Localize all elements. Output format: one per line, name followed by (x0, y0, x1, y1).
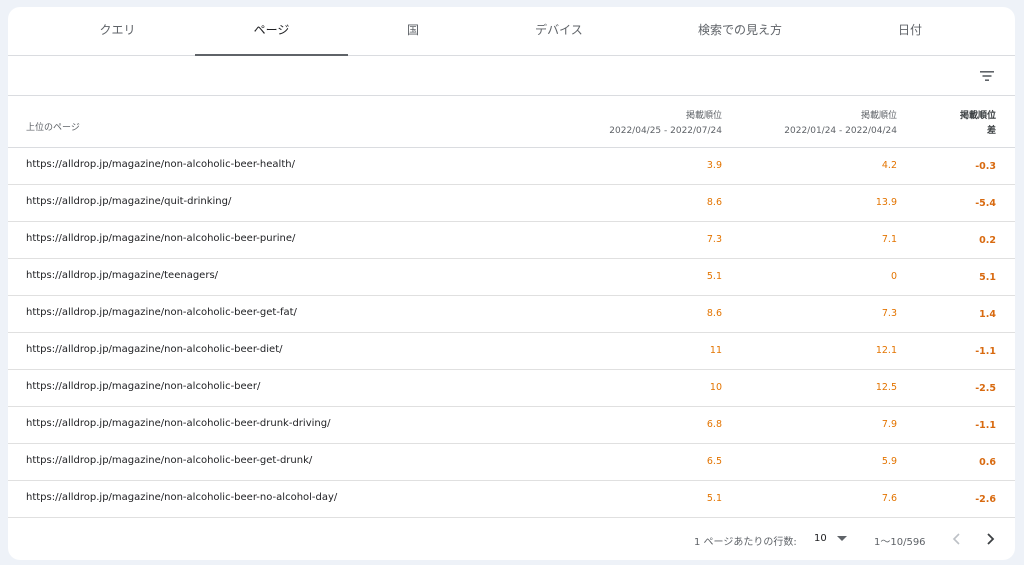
position-previous: 7.1 (881, 234, 897, 245)
header-position-diff-sub: 差 (986, 126, 996, 136)
position-current: 3.9 (706, 160, 722, 171)
position-diff: 0.6 (979, 457, 996, 468)
header-position-current-title: 掲載順位 (685, 111, 722, 121)
position-diff: 5.1 (979, 272, 996, 283)
table-row[interactable]: https://alldrop.jp/magazine/non-alcoholi… (8, 444, 1015, 481)
table-row[interactable]: https://alldrop.jp/magazine/non-alcoholi… (8, 296, 1015, 333)
header-position-current[interactable]: 掲載順位 2022/04/25 - 2022/07/24 (609, 109, 722, 139)
rows-per-page-select[interactable]: 10 (814, 533, 827, 544)
position-previous: 4.2 (881, 160, 897, 171)
chevron-right-icon[interactable] (981, 530, 999, 548)
page-url: https://alldrop.jp/magazine/non-alcoholi… (26, 159, 295, 170)
header-position-previous[interactable]: 掲載順位 2022/01/24 - 2022/04/24 (784, 109, 897, 139)
position-previous: 7.6 (881, 493, 897, 504)
tab-date[interactable]: 日付 (850, 7, 970, 55)
position-current: 11 (709, 345, 722, 356)
table-body: https://alldrop.jp/magazine/non-alcoholi… (8, 148, 1015, 518)
table-row[interactable]: https://alldrop.jp/magazine/non-alcoholi… (8, 222, 1015, 259)
position-previous: 12.5 (875, 382, 897, 393)
position-current: 5.1 (706, 271, 722, 282)
header-top-pages: 上位のページ (26, 123, 80, 133)
position-previous: 7.9 (881, 419, 897, 430)
tab-bar: クエリ ページ 国 デバイス 検索での見え方 日付 (8, 7, 1015, 56)
header-position-diff-title: 掲載順位 (959, 111, 996, 121)
header-position-previous-title: 掲載順位 (860, 111, 897, 121)
table-row[interactable]: https://alldrop.jp/magazine/non-alcoholi… (8, 370, 1015, 407)
table-row[interactable]: https://alldrop.jp/magazine/non-alcoholi… (8, 407, 1015, 444)
tab-search-appearance[interactable]: 検索での見え方 (668, 7, 812, 55)
header-position-current-range: 2022/04/25 - 2022/07/24 (609, 126, 722, 136)
position-current: 6.8 (706, 419, 722, 430)
position-current: 7.3 (706, 234, 722, 245)
position-current: 8.6 (706, 197, 722, 208)
page-url: https://alldrop.jp/magazine/non-alcoholi… (26, 307, 297, 318)
position-diff: 1.4 (979, 309, 996, 320)
tab-page[interactable]: ページ (195, 7, 348, 56)
position-previous: 12.1 (875, 345, 897, 356)
position-previous: 13.9 (875, 197, 897, 208)
position-current: 10 (709, 382, 722, 393)
table-row[interactable]: https://alldrop.jp/magazine/quit-drinkin… (8, 185, 1015, 222)
rows-per-page-label: 1 ページあたりの行数: (694, 537, 797, 548)
position-diff: -2.6 (975, 494, 996, 505)
page-url: https://alldrop.jp/magazine/non-alcoholi… (26, 455, 313, 466)
table-row[interactable]: https://alldrop.jp/magazine/non-alcoholi… (8, 481, 1015, 518)
tab-country[interactable]: 国 (364, 7, 462, 55)
position-previous: 7.3 (881, 308, 897, 319)
table-row[interactable]: https://alldrop.jp/magazine/teenagers/ 5… (8, 259, 1015, 296)
pagination-range: 1〜10/596 (874, 537, 926, 548)
position-diff: -1.1 (975, 420, 996, 431)
chevron-down-icon[interactable] (837, 536, 847, 541)
position-diff: -1.1 (975, 346, 996, 357)
report-card: クエリ ページ 国 デバイス 検索での見え方 日付 上位のページ 掲載順位 20… (8, 7, 1015, 560)
position-diff: 0.2 (979, 235, 996, 246)
chevron-left-icon[interactable] (948, 530, 966, 548)
table-toolbar (8, 56, 1015, 96)
page-url: https://alldrop.jp/magazine/quit-drinkin… (26, 196, 232, 207)
table-header: 上位のページ 掲載順位 2022/04/25 - 2022/07/24 掲載順位… (8, 96, 1015, 148)
page-url: https://alldrop.jp/magazine/teenagers/ (26, 270, 219, 281)
position-previous: 5.9 (881, 456, 897, 467)
page-url: https://alldrop.jp/magazine/non-alcoholi… (26, 381, 261, 392)
tab-device[interactable]: デバイス (498, 7, 620, 55)
position-diff: -2.5 (975, 383, 996, 394)
page-url: https://alldrop.jp/magazine/non-alcoholi… (26, 344, 283, 355)
tab-query[interactable]: クエリ (56, 7, 179, 55)
position-diff: -5.4 (975, 198, 996, 209)
table-row[interactable]: https://alldrop.jp/magazine/non-alcoholi… (8, 148, 1015, 185)
position-current: 6.5 (706, 456, 722, 467)
position-previous: 0 (890, 271, 897, 282)
position-diff: -0.3 (975, 161, 996, 172)
position-current: 8.6 (706, 308, 722, 319)
position-current: 5.1 (706, 493, 722, 504)
page-url: https://alldrop.jp/magazine/non-alcoholi… (26, 233, 296, 244)
page-url: https://alldrop.jp/magazine/non-alcoholi… (26, 418, 331, 429)
header-position-diff[interactable]: 掲載順位 差 (960, 109, 996, 139)
pagination-bar: 1 ページあたりの行数: 10 1〜10/596 (8, 518, 1015, 560)
table-row[interactable]: https://alldrop.jp/magazine/non-alcoholi… (8, 333, 1015, 370)
filter-list-icon[interactable] (977, 66, 997, 86)
page-url: https://alldrop.jp/magazine/non-alcoholi… (26, 492, 338, 503)
header-position-previous-range: 2022/01/24 - 2022/04/24 (784, 126, 897, 136)
